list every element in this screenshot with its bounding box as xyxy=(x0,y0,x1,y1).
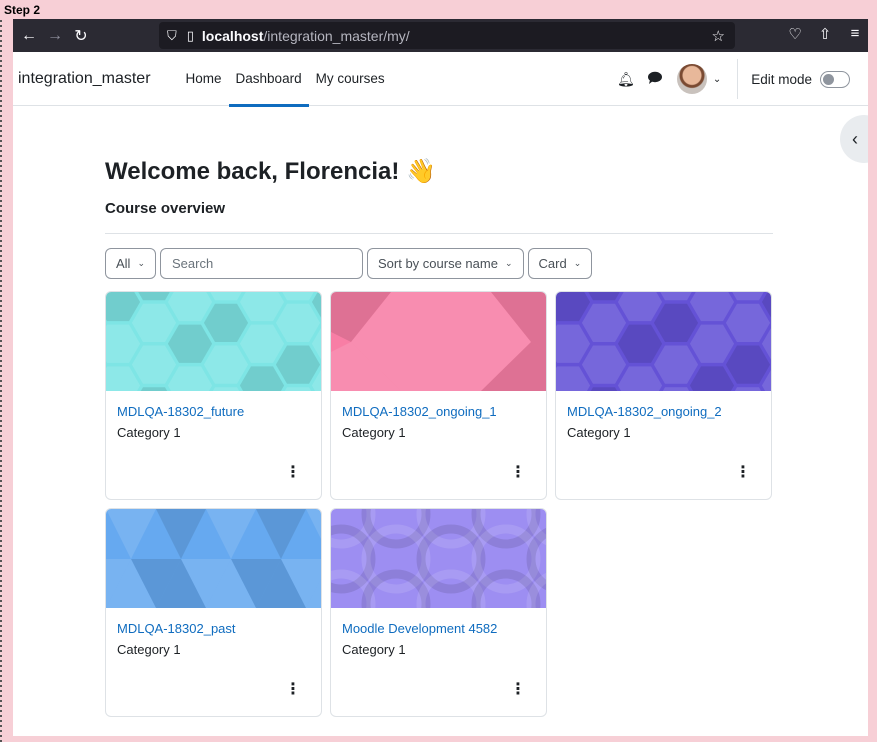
view-dropdown[interactable]: Card ⌄ xyxy=(527,248,593,279)
divider xyxy=(737,59,739,99)
chevron-down-icon: ⌄ xyxy=(137,258,145,268)
course-card: Moodle Development 4582 Category 1 ⋮ xyxy=(330,508,547,717)
chevron-left-icon: ‹ xyxy=(852,128,858,149)
course-category: Category 1 xyxy=(342,642,406,657)
forward-icon[interactable]: → xyxy=(45,26,65,46)
grouping-label: All xyxy=(116,256,131,271)
view-label: Card xyxy=(538,256,567,271)
course-card: MDLQA-18302_past Category 1 ⋮ xyxy=(105,508,322,717)
course-category: Category 1 xyxy=(117,425,181,440)
page-title: Welcome back, Florencia! 👋 xyxy=(105,158,436,185)
url-path: /integration_master/my/ xyxy=(263,27,410,44)
nav-home[interactable]: Home xyxy=(179,52,229,106)
bell-icon[interactable]: 🔔︎ xyxy=(617,71,635,88)
course-image[interactable] xyxy=(106,509,321,608)
address-bar[interactable]: ⛉ ▯ localhost/integration_master/my/ ☆ xyxy=(159,22,735,49)
kebab-menu-icon[interactable]: ⋮ xyxy=(285,682,301,698)
site-name[interactable]: integration_master xyxy=(18,70,151,88)
edit-mode-toggle[interactable] xyxy=(820,70,850,88)
course-card: MDLQA-18302_ongoing_2 Category 1 ⋮ xyxy=(555,291,772,500)
course-name-link[interactable]: MDLQA-18302_future xyxy=(117,404,310,419)
browser-toolbar: ← → ↻ ⛉ ▯ localhost/integration_master/m… xyxy=(13,19,868,52)
chevron-down-icon: ⌄ xyxy=(504,258,513,268)
course-name-link[interactable]: MDLQA-18302_ongoing_2 xyxy=(567,404,760,419)
step-label: Step 2 xyxy=(4,3,41,17)
course-name-link[interactable]: MDLQA-18302_ongoing_1 xyxy=(342,404,535,419)
course-overview-title: Course overview xyxy=(105,200,226,217)
primary-nav: Home Dashboard My courses xyxy=(179,52,392,107)
page: integration_master Home Dashboard My cou… xyxy=(13,52,868,736)
bookmark-star-icon[interactable]: ☆ xyxy=(712,27,725,45)
course-name-link[interactable]: Moodle Development 4582 xyxy=(342,621,535,636)
course-name-link[interactable]: MDLQA-18302_past xyxy=(117,621,310,636)
edit-mode-label: Edit mode xyxy=(751,71,812,87)
chat-icon[interactable] xyxy=(647,71,662,87)
course-card: MDLQA-18302_ongoing_1 Category 1 ⋮ xyxy=(330,291,547,500)
section-divider xyxy=(105,233,773,234)
back-icon[interactable]: ← xyxy=(19,26,39,46)
course-category: Category 1 xyxy=(117,642,181,657)
course-card: MDLQA-18302_future Category 1 ⋮ xyxy=(105,291,322,500)
kebab-menu-icon[interactable]: ⋮ xyxy=(735,465,751,481)
avatar[interactable] xyxy=(676,64,707,94)
open-drawer-button[interactable]: ‹ xyxy=(840,115,868,163)
course-cards: MDLQA-18302_future Category 1 ⋮ MDLQA-18… xyxy=(105,291,773,717)
kebab-menu-icon[interactable]: ⋮ xyxy=(285,465,301,481)
kebab-menu-icon[interactable]: ⋮ xyxy=(510,682,526,698)
grouping-dropdown[interactable]: All ⌄ xyxy=(105,248,156,279)
course-category: Category 1 xyxy=(342,425,406,440)
course-image[interactable] xyxy=(556,292,771,391)
chevron-down-icon: ⌄ xyxy=(573,258,582,268)
page-icon: ▯ xyxy=(186,27,194,43)
nav-my-courses[interactable]: My courses xyxy=(309,52,392,106)
main-content: Welcome back, Florencia! 👋 Course overvi… xyxy=(105,157,773,717)
top-navbar: integration_master Home Dashboard My cou… xyxy=(13,52,868,107)
url-host: localhost xyxy=(201,27,264,44)
sort-label: Sort by course name xyxy=(378,256,498,271)
course-image[interactable] xyxy=(331,509,546,608)
course-filters: All ⌄ Sort by course name ⌄ Card ⌄ xyxy=(105,248,773,279)
reload-icon[interactable]: ↻ xyxy=(71,26,91,46)
menu-icon[interactable]: ≡ xyxy=(846,25,864,43)
kebab-menu-icon[interactable]: ⋮ xyxy=(510,465,526,481)
course-category: Category 1 xyxy=(567,425,631,440)
nav-dashboard[interactable]: Dashboard xyxy=(228,52,309,107)
chevron-down-icon[interactable]: ⌄ xyxy=(713,74,721,85)
course-image[interactable] xyxy=(331,292,546,391)
left-border xyxy=(0,20,2,742)
course-image[interactable] xyxy=(106,292,321,391)
sort-dropdown[interactable]: Sort by course name ⌄ xyxy=(367,248,524,279)
search-input[interactable] xyxy=(160,248,363,279)
shield-icon[interactable]: ⛉ xyxy=(167,28,177,44)
url-text[interactable]: localhost/integration_master/my/ xyxy=(202,28,410,44)
extensions-icon[interactable]: ⇧ xyxy=(816,25,834,43)
pocket-icon[interactable]: ♡ xyxy=(786,25,804,43)
